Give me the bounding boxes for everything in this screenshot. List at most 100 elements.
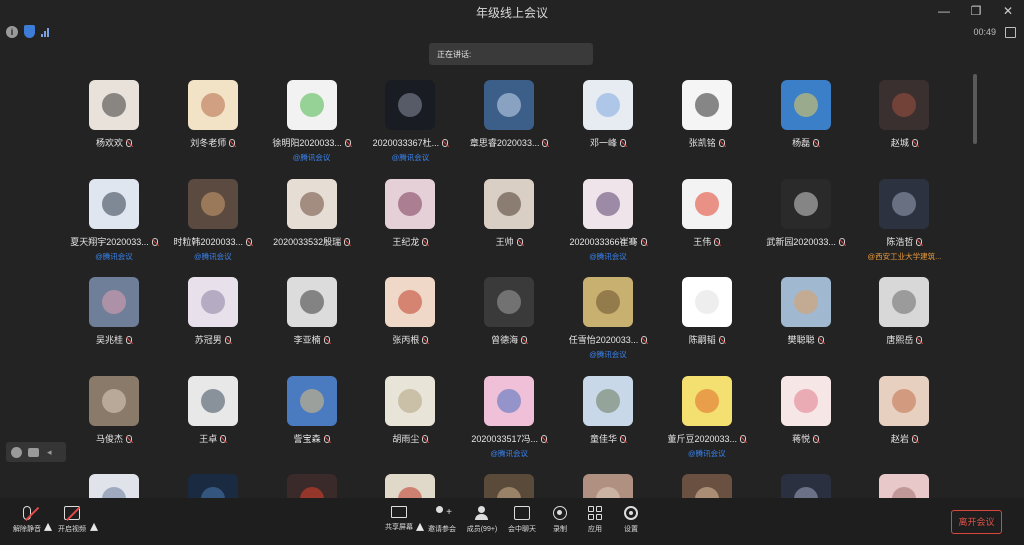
avatar <box>286 474 337 498</box>
participant-tile[interactable]: 2020033517冯... @腾讯会议 <box>460 375 558 468</box>
participant-tile[interactable]: 蒋悦 <box>757 375 855 468</box>
leave-meeting-button[interactable]: 离开会议 <box>951 510 1002 534</box>
avatar <box>583 474 633 498</box>
avatar-image <box>200 388 225 413</box>
participant-tile[interactable]: 赵城 <box>855 80 953 172</box>
avatar <box>681 474 732 498</box>
participant-tile[interactable]: 王纪龙 <box>361 178 459 271</box>
participant-tile[interactable]: 李亚楠 <box>263 277 361 369</box>
avatar-image <box>793 487 818 498</box>
restore-icon[interactable]: ❐ <box>960 0 992 22</box>
avatar <box>385 375 436 426</box>
mic-muted-icon <box>422 336 429 344</box>
mic-muted-icon <box>220 434 227 443</box>
avatar-image <box>102 93 126 117</box>
participant-tile[interactable]: 邓一峰 <box>559 80 657 172</box>
emoji-icon[interactable] <box>11 446 22 458</box>
participant-tile[interactable]: 张凯铭 <box>658 80 756 172</box>
participant-tile[interactable]: 任雪怡2020033... @腾讯会议 <box>559 277 657 369</box>
avatar <box>681 375 732 426</box>
participant-tile[interactable]: 董斤豆2020033... @腾讯会议 <box>658 375 756 468</box>
participant-tile[interactable]: 赵岩 <box>855 375 953 468</box>
participant-grid: 杨欢欢 刘冬老师 徐明阳2020033... @腾讯会议 2020033367杜... @… <box>0 78 1024 498</box>
avatar-image <box>596 290 620 314</box>
avatar <box>583 375 633 426</box>
participant-tile[interactable]: 訾宝森 <box>263 375 361 468</box>
bottom-toolbar: 解除静音 ▴ 开启视频 ▴ 共享屏幕 ▴ 邀请参会 成员(99+) 会中聊天 录… <box>0 498 1024 545</box>
grid-scrollbar[interactable] <box>973 74 977 144</box>
avatar <box>286 80 337 130</box>
avatar <box>385 80 436 130</box>
avatar <box>879 474 930 498</box>
avatar <box>484 375 535 426</box>
participant-tile[interactable] <box>855 474 953 498</box>
avatar <box>286 375 337 426</box>
avatar-image <box>596 388 620 413</box>
avatar-image <box>892 487 917 498</box>
avatar-image <box>892 290 917 314</box>
participant-tile[interactable]: 2020033366崔骞 @腾讯会议 <box>559 178 657 271</box>
participant-tile[interactable]: 苏冠男 <box>164 277 262 369</box>
mic-muted-icon <box>817 336 824 344</box>
avatar <box>879 277 930 327</box>
gear-icon <box>624 506 638 520</box>
avatar-image <box>497 290 522 314</box>
participant-tile[interactable] <box>460 474 558 498</box>
participant-tile[interactable]: 2020033367杜... @腾讯会议 <box>361 80 459 172</box>
avatar <box>681 277 732 327</box>
participant-tile[interactable]: 吴兆桂 <box>65 277 163 369</box>
avatar <box>187 375 238 426</box>
avatar <box>484 80 535 130</box>
participant-tile[interactable] <box>361 474 459 498</box>
participant-tile[interactable]: 陈嗣韬 <box>658 277 756 369</box>
danmaku-icon[interactable] <box>28 447 39 457</box>
mic-muted-icon <box>422 434 429 443</box>
avatar-image <box>596 93 620 117</box>
participant-tile[interactable]: 马俊杰 <box>65 375 163 468</box>
avatar-image <box>200 290 225 314</box>
participant-tile[interactable] <box>559 474 657 498</box>
shield-icon[interactable] <box>24 25 35 38</box>
mic-muted-icon <box>229 139 236 147</box>
chat-icon <box>514 506 530 520</box>
avatar <box>385 178 436 229</box>
close-icon[interactable]: ✕ <box>992 0 1024 22</box>
avatar-image <box>200 93 225 117</box>
settings-button[interactable]: 设置 <box>604 506 658 534</box>
avatar-image <box>299 487 324 498</box>
participant-tile[interactable] <box>757 474 855 498</box>
mic-muted-icon <box>916 237 923 246</box>
signal-icon[interactable] <box>41 27 49 37</box>
participant-tile[interactable]: 时粒韩2020033... @腾讯会议 <box>164 178 262 271</box>
participant-tile[interactable]: 王卓 <box>164 375 262 468</box>
participant-tile[interactable]: 章思睿2020033... <box>460 80 558 172</box>
avatar-image <box>793 290 818 314</box>
participant-tile[interactable]: 唐熙岳 <box>855 277 953 369</box>
avatar-image <box>694 388 719 413</box>
participant-tile[interactable] <box>263 474 361 498</box>
fullscreen-icon[interactable] <box>1005 27 1016 38</box>
mic-muted-icon <box>521 336 528 344</box>
info-icon[interactable]: i <box>6 25 18 38</box>
participant-tile[interactable] <box>164 474 262 498</box>
participant-tile[interactable] <box>658 474 756 498</box>
participant-tile[interactable]: 杨磊 <box>757 80 855 172</box>
avatar <box>780 80 831 130</box>
participant-tile[interactable]: 张丙根 <box>361 277 459 369</box>
avatar <box>385 474 436 498</box>
avatar-image <box>102 388 126 413</box>
participant-tile[interactable]: 2020033532殷瑞 <box>263 178 361 271</box>
avatar-image <box>694 487 719 498</box>
participant-tile[interactable]: 王伟 <box>658 178 756 271</box>
avatar-image <box>398 93 423 117</box>
meeting-timer: 00:49 <box>973 27 996 37</box>
video-options-caret[interactable]: ▴ <box>90 516 98 536</box>
participant-tile[interactable] <box>65 474 163 498</box>
participant-tile[interactable]: 杨欢欢 <box>65 80 163 172</box>
chevron-left-icon[interactable]: ◂ <box>47 447 52 458</box>
minimize-icon[interactable]: — <box>928 0 960 22</box>
avatar-image <box>398 191 423 216</box>
participant-tile[interactable]: 樊聪聪 <box>757 277 855 369</box>
participant-tile[interactable]: 陈浩哲 @西安工业大学建筑... <box>855 178 953 271</box>
avatar <box>484 277 535 327</box>
